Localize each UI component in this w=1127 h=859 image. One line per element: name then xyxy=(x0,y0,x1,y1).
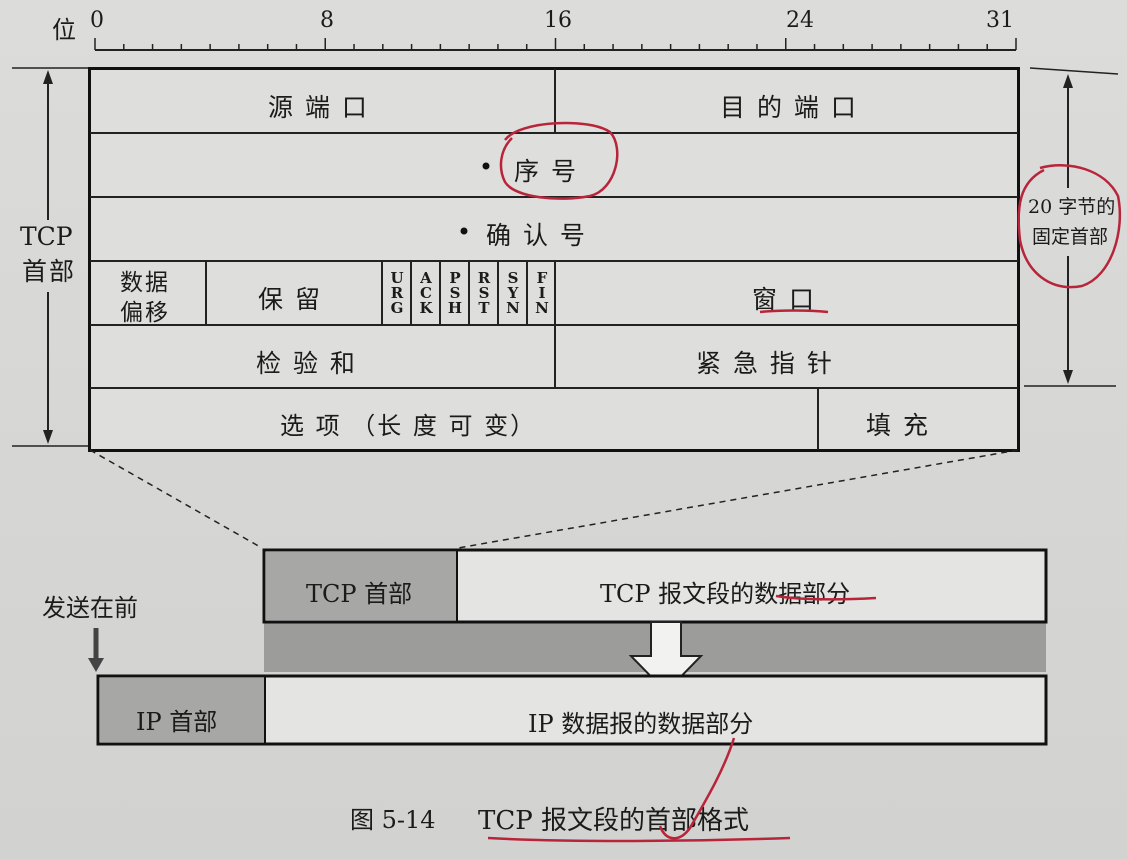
diagram-page: 位 0 8 16 24 31 TCP 首部 20 字节的 固定首部 源 端 口 … xyxy=(0,0,1127,859)
handwritten-annotations xyxy=(460,121,1122,843)
